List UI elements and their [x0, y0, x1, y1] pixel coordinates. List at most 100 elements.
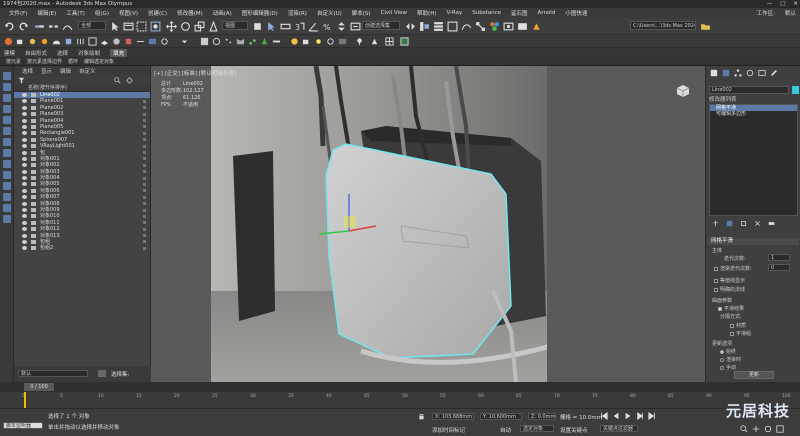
railclone-icon[interactable]	[272, 37, 281, 46]
vray-settings-icon[interactable]	[160, 37, 169, 46]
folder-icon[interactable]	[700, 21, 711, 32]
isoline-display-checkbox[interactable]: 等值线显示	[714, 277, 745, 284]
freeze-toggle-icon[interactable]	[143, 99, 146, 103]
visibility-eye-icon[interactable]	[22, 118, 27, 123]
corona-light-icon[interactable]	[314, 37, 323, 46]
freeze-toggle-icon[interactable]	[143, 214, 146, 218]
freeze-toggle-icon[interactable]	[143, 195, 146, 199]
time-slider[interactable]: 0 / 100	[0, 382, 800, 392]
freeze-toggle-icon[interactable]	[143, 189, 146, 193]
unlink-icon[interactable]	[48, 21, 59, 32]
visibility-eye-icon[interactable]	[22, 201, 27, 206]
maximize-viewport-icon[interactable]	[776, 425, 784, 433]
link-icon[interactable]	[34, 21, 45, 32]
freeze-toggle-icon[interactable]	[143, 119, 146, 123]
visibility-eye-icon[interactable]	[22, 220, 27, 225]
render-setup-icon[interactable]	[503, 21, 514, 32]
scene-tab[interactable]: 选择	[22, 67, 33, 75]
corona-interactive-icon[interactable]	[338, 37, 347, 46]
ribbon-tab[interactable]: 建模	[4, 49, 15, 57]
selected-dropdown[interactable]: 选定对象	[520, 425, 554, 432]
object-color-swatch[interactable]	[792, 86, 799, 94]
lock-selection-icon[interactable]	[418, 413, 425, 420]
spinner-snap-icon[interactable]	[336, 21, 347, 32]
update-render-radio[interactable]: 渲染时	[720, 356, 741, 363]
vray-mesh-icon[interactable]	[88, 37, 97, 46]
align-icon[interactable]	[419, 21, 430, 32]
pin-stack-icon[interactable]	[712, 220, 719, 227]
freeze-toggle-icon[interactable]	[143, 93, 146, 97]
vray-plane-icon[interactable]	[100, 37, 109, 46]
viewport[interactable]: [+] [正交] [标准] [默认明暗处理] 总计 Line002 多边形数:102…	[151, 66, 705, 382]
visibility-eye-icon[interactable]	[22, 131, 27, 136]
minimize-button[interactable]: —	[767, 0, 773, 8]
ribbon-button[interactable]: 按元素	[6, 58, 21, 65]
ribbon-tab[interactable]: 填充	[110, 48, 128, 57]
explorer-filter-icon[interactable]	[3, 215, 11, 223]
maximize-button[interactable]: □	[780, 0, 785, 8]
visibility-eye-icon[interactable]	[22, 208, 27, 213]
grid-toggle-icon[interactable]	[385, 37, 394, 46]
edit-named-selection-icon[interactable]	[350, 21, 361, 32]
x-coordinate-field[interactable]: X: 103.688mm	[432, 413, 474, 420]
visibility-eye-icon[interactable]	[22, 137, 27, 142]
scale-icon[interactable]	[194, 21, 205, 32]
z-coordinate-field[interactable]: Z: 0.0mm	[528, 413, 556, 420]
visibility-eye-icon[interactable]	[22, 144, 27, 149]
freeze-toggle-icon[interactable]	[143, 144, 146, 148]
rollout-title[interactable]: 网格平滑	[708, 238, 799, 245]
make-unique-icon[interactable]	[740, 220, 747, 227]
orbit-icon[interactable]	[764, 425, 772, 433]
ribbon-tab[interactable]: 对象绘制	[78, 49, 100, 57]
show-end-result-icon[interactable]	[726, 220, 733, 227]
scatter-icon[interactable]	[248, 37, 257, 46]
motion-tab-icon[interactable]	[746, 69, 754, 77]
workspace-selector[interactable]: 工作区: 默认	[757, 9, 796, 17]
render-frame-icon[interactable]	[517, 21, 528, 32]
explorer-filter-icon[interactable]	[3, 105, 11, 113]
ref-coord-dropdown[interactable]: 视图	[222, 21, 248, 30]
substance-icon[interactable]	[200, 37, 209, 46]
menu-item[interactable]: Arnold	[533, 10, 561, 16]
explorer-filter-icon[interactable]	[3, 94, 11, 102]
modifier-list-dropdown[interactable]: 修改器列表	[709, 95, 737, 103]
freeze-toggle-icon[interactable]	[143, 227, 146, 231]
current-frame-marker[interactable]	[24, 392, 26, 408]
remove-modifier-icon[interactable]	[754, 220, 761, 227]
visibility-eye-icon[interactable]	[22, 246, 27, 251]
menu-item[interactable]: Substance	[467, 10, 506, 16]
explorer-filter-icon[interactable]	[3, 160, 11, 168]
visibility-eye-icon[interactable]	[22, 182, 27, 187]
bind-spacewarp-icon[interactable]	[62, 21, 73, 32]
ribbon-tab[interactable]: 选择	[57, 49, 68, 57]
selection-filter-dropdown[interactable]: 全部	[78, 21, 106, 30]
freeze-toggle-icon[interactable]	[143, 208, 146, 212]
visibility-eye-icon[interactable]	[22, 169, 27, 174]
auto-key-button[interactable]: 自动	[500, 426, 511, 434]
explorer-filter-icon[interactable]	[3, 127, 11, 135]
vray-clipper-icon[interactable]	[136, 37, 145, 46]
freeze-toggle-icon[interactable]	[143, 157, 146, 161]
visibility-eye-icon[interactable]	[22, 195, 27, 200]
menu-item[interactable]: 组(G)	[90, 9, 114, 17]
forest-icon[interactable]	[260, 37, 269, 46]
freeze-toggle-icon[interactable]	[143, 246, 146, 250]
freeze-toggle-icon[interactable]	[143, 170, 146, 174]
menu-item[interactable]: 动画(A)	[208, 9, 237, 17]
menu-item[interactable]: Civil View	[376, 10, 412, 16]
vray-camera-icon[interactable]	[16, 37, 25, 46]
update-manual-radio[interactable]: 手动	[720, 364, 736, 371]
update-always-radio[interactable]: 始终	[720, 348, 736, 355]
vray-light-icon[interactable]	[28, 37, 37, 46]
percent-snap-icon[interactable]: %	[322, 21, 333, 32]
explorer-filter-icon[interactable]	[3, 83, 11, 91]
visibility-eye-icon[interactable]	[22, 188, 27, 193]
pin-icon[interactable]	[355, 37, 364, 46]
key-filters-button[interactable]: 关键点过滤器	[600, 425, 638, 432]
keyboard-shortcut-icon[interactable]	[280, 21, 291, 32]
utilities-tab-icon[interactable]	[770, 69, 778, 77]
select-by-name-icon[interactable]	[123, 21, 134, 32]
timeline-ruler[interactable]: 0510152025303540455055606570758085909510…	[0, 392, 800, 408]
set-key-button[interactable]: 设置关键点	[560, 426, 588, 434]
menu-item[interactable]: 图形编辑器(D)	[237, 9, 283, 17]
